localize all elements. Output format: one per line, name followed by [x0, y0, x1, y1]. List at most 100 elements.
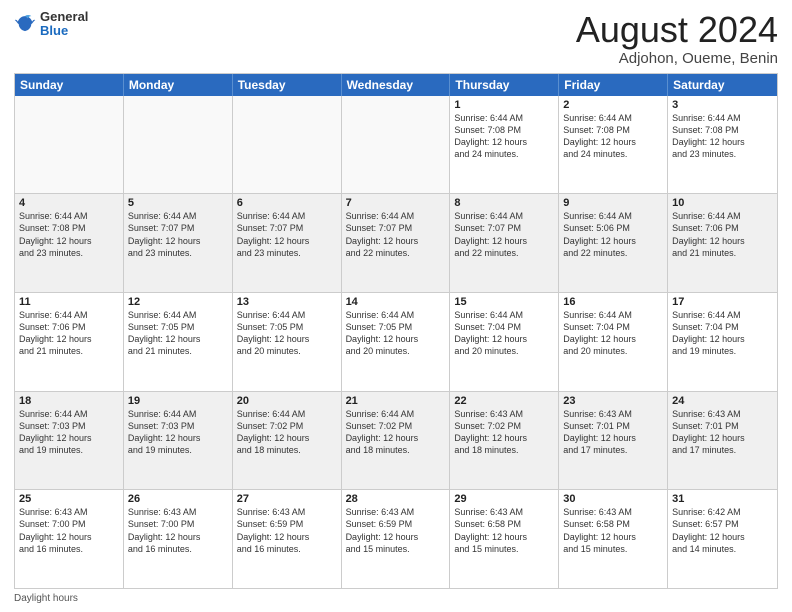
calendar-cell: 20Sunrise: 6:44 AM Sunset: 7:02 PM Dayli… — [233, 392, 342, 490]
calendar-row: 18Sunrise: 6:44 AM Sunset: 7:03 PM Dayli… — [15, 392, 777, 491]
calendar-cell: 23Sunrise: 6:43 AM Sunset: 7:01 PM Dayli… — [559, 392, 668, 490]
calendar-header-cell: Monday — [124, 74, 233, 96]
calendar-cell: 28Sunrise: 6:43 AM Sunset: 6:59 PM Dayli… — [342, 490, 451, 588]
day-number: 19 — [128, 395, 228, 407]
day-number: 16 — [563, 296, 663, 308]
calendar-cell: 19Sunrise: 6:44 AM Sunset: 7:03 PM Dayli… — [124, 392, 233, 490]
calendar-cell: 11Sunrise: 6:44 AM Sunset: 7:06 PM Dayli… — [15, 293, 124, 391]
calendar-cell — [233, 96, 342, 194]
footer-note: Daylight hours — [14, 593, 778, 604]
cell-detail: Sunrise: 6:44 AM Sunset: 7:08 PM Dayligh… — [454, 112, 554, 161]
day-number: 12 — [128, 296, 228, 308]
cell-detail: Sunrise: 6:44 AM Sunset: 7:04 PM Dayligh… — [454, 309, 554, 358]
cell-detail: Sunrise: 6:44 AM Sunset: 5:06 PM Dayligh… — [563, 210, 663, 259]
day-number: 28 — [346, 493, 446, 505]
calendar-cell — [15, 96, 124, 194]
day-number: 13 — [237, 296, 337, 308]
calendar-header-cell: Sunday — [15, 74, 124, 96]
day-number: 26 — [128, 493, 228, 505]
cell-detail: Sunrise: 6:44 AM Sunset: 7:04 PM Dayligh… — [672, 309, 773, 358]
cell-detail: Sunrise: 6:42 AM Sunset: 6:57 PM Dayligh… — [672, 506, 773, 555]
cell-detail: Sunrise: 6:44 AM Sunset: 7:03 PM Dayligh… — [19, 408, 119, 457]
cell-detail: Sunrise: 6:44 AM Sunset: 7:07 PM Dayligh… — [454, 210, 554, 259]
calendar-cell: 1Sunrise: 6:44 AM Sunset: 7:08 PM Daylig… — [450, 96, 559, 194]
cell-detail: Sunrise: 6:44 AM Sunset: 7:08 PM Dayligh… — [563, 112, 663, 161]
calendar-cell: 30Sunrise: 6:43 AM Sunset: 6:58 PM Dayli… — [559, 490, 668, 588]
day-number: 6 — [237, 197, 337, 209]
cell-detail: Sunrise: 6:44 AM Sunset: 7:07 PM Dayligh… — [128, 210, 228, 259]
title-block: August 2024 Adjohon, Oueme, Benin — [576, 10, 778, 67]
cell-detail: Sunrise: 6:43 AM Sunset: 7:01 PM Dayligh… — [672, 408, 773, 457]
logo: General Blue — [14, 10, 88, 39]
day-number: 18 — [19, 395, 119, 407]
calendar-header-row: SundayMondayTuesdayWednesdayThursdayFrid… — [15, 74, 777, 96]
day-number: 17 — [672, 296, 773, 308]
cell-detail: Sunrise: 6:43 AM Sunset: 6:59 PM Dayligh… — [237, 506, 337, 555]
day-number: 11 — [19, 296, 119, 308]
day-number: 22 — [454, 395, 554, 407]
header: General Blue August 2024 Adjohon, Oueme,… — [14, 10, 778, 67]
calendar-cell: 12Sunrise: 6:44 AM Sunset: 7:05 PM Dayli… — [124, 293, 233, 391]
day-number: 1 — [454, 99, 554, 111]
cell-detail: Sunrise: 6:44 AM Sunset: 7:06 PM Dayligh… — [19, 309, 119, 358]
cell-detail: Sunrise: 6:43 AM Sunset: 6:58 PM Dayligh… — [563, 506, 663, 555]
day-number: 9 — [563, 197, 663, 209]
page: General Blue August 2024 Adjohon, Oueme,… — [0, 0, 792, 612]
calendar-cell: 8Sunrise: 6:44 AM Sunset: 7:07 PM Daylig… — [450, 194, 559, 292]
calendar-cell: 29Sunrise: 6:43 AM Sunset: 6:58 PM Dayli… — [450, 490, 559, 588]
cell-detail: Sunrise: 6:44 AM Sunset: 7:08 PM Dayligh… — [672, 112, 773, 161]
day-number: 30 — [563, 493, 663, 505]
cell-detail: Sunrise: 6:44 AM Sunset: 7:07 PM Dayligh… — [346, 210, 446, 259]
cell-detail: Sunrise: 6:44 AM Sunset: 7:07 PM Dayligh… — [237, 210, 337, 259]
calendar-cell: 27Sunrise: 6:43 AM Sunset: 6:59 PM Dayli… — [233, 490, 342, 588]
calendar-header-cell: Tuesday — [233, 74, 342, 96]
day-number: 2 — [563, 99, 663, 111]
day-number: 27 — [237, 493, 337, 505]
calendar-header-cell: Wednesday — [342, 74, 451, 96]
cell-detail: Sunrise: 6:43 AM Sunset: 6:59 PM Dayligh… — [346, 506, 446, 555]
calendar-cell: 3Sunrise: 6:44 AM Sunset: 7:08 PM Daylig… — [668, 96, 777, 194]
calendar-row: 25Sunrise: 6:43 AM Sunset: 7:00 PM Dayli… — [15, 490, 777, 588]
cell-detail: Sunrise: 6:44 AM Sunset: 7:08 PM Dayligh… — [19, 210, 119, 259]
logo-general-text: General — [40, 10, 88, 24]
day-number: 24 — [672, 395, 773, 407]
cell-detail: Sunrise: 6:43 AM Sunset: 7:00 PM Dayligh… — [19, 506, 119, 555]
calendar-row: 4Sunrise: 6:44 AM Sunset: 7:08 PM Daylig… — [15, 194, 777, 293]
calendar-cell: 21Sunrise: 6:44 AM Sunset: 7:02 PM Dayli… — [342, 392, 451, 490]
day-number: 15 — [454, 296, 554, 308]
calendar-header-cell: Saturday — [668, 74, 777, 96]
cell-detail: Sunrise: 6:43 AM Sunset: 6:58 PM Dayligh… — [454, 506, 554, 555]
cell-detail: Sunrise: 6:44 AM Sunset: 7:06 PM Dayligh… — [672, 210, 773, 259]
calendar-cell — [342, 96, 451, 194]
calendar-row: 1Sunrise: 6:44 AM Sunset: 7:08 PM Daylig… — [15, 96, 777, 195]
day-number: 14 — [346, 296, 446, 308]
calendar-cell: 7Sunrise: 6:44 AM Sunset: 7:07 PM Daylig… — [342, 194, 451, 292]
day-number: 8 — [454, 197, 554, 209]
calendar-cell: 9Sunrise: 6:44 AM Sunset: 5:06 PM Daylig… — [559, 194, 668, 292]
day-number: 23 — [563, 395, 663, 407]
calendar-body: 1Sunrise: 6:44 AM Sunset: 7:08 PM Daylig… — [15, 96, 777, 588]
cell-detail: Sunrise: 6:44 AM Sunset: 7:02 PM Dayligh… — [346, 408, 446, 457]
cell-detail: Sunrise: 6:44 AM Sunset: 7:05 PM Dayligh… — [346, 309, 446, 358]
day-number: 31 — [672, 493, 773, 505]
logo-bird-icon — [14, 13, 36, 35]
calendar-cell — [124, 96, 233, 194]
day-number: 29 — [454, 493, 554, 505]
calendar-cell: 13Sunrise: 6:44 AM Sunset: 7:05 PM Dayli… — [233, 293, 342, 391]
logo-blue-text: Blue — [40, 24, 88, 38]
day-number: 21 — [346, 395, 446, 407]
cell-detail: Sunrise: 6:43 AM Sunset: 7:00 PM Dayligh… — [128, 506, 228, 555]
cell-detail: Sunrise: 6:44 AM Sunset: 7:05 PM Dayligh… — [237, 309, 337, 358]
day-number: 10 — [672, 197, 773, 209]
main-title: August 2024 — [576, 10, 778, 50]
calendar-cell: 5Sunrise: 6:44 AM Sunset: 7:07 PM Daylig… — [124, 194, 233, 292]
calendar: SundayMondayTuesdayWednesdayThursdayFrid… — [14, 73, 778, 589]
logo-text: General Blue — [40, 10, 88, 39]
day-number: 25 — [19, 493, 119, 505]
calendar-cell: 16Sunrise: 6:44 AM Sunset: 7:04 PM Dayli… — [559, 293, 668, 391]
cell-detail: Sunrise: 6:44 AM Sunset: 7:03 PM Dayligh… — [128, 408, 228, 457]
cell-detail: Sunrise: 6:43 AM Sunset: 7:02 PM Dayligh… — [454, 408, 554, 457]
calendar-cell: 22Sunrise: 6:43 AM Sunset: 7:02 PM Dayli… — [450, 392, 559, 490]
cell-detail: Sunrise: 6:44 AM Sunset: 7:02 PM Dayligh… — [237, 408, 337, 457]
calendar-cell: 15Sunrise: 6:44 AM Sunset: 7:04 PM Dayli… — [450, 293, 559, 391]
